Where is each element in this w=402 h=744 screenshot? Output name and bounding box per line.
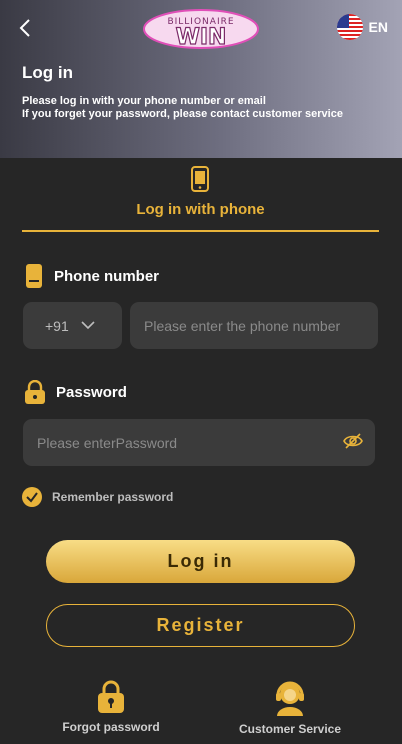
lock-key-icon xyxy=(98,680,124,713)
password-field xyxy=(23,419,375,466)
remember-password-label: Remember password xyxy=(52,490,174,504)
logo-title: WIN xyxy=(176,25,227,50)
logo: BILLIONAIRE WIN xyxy=(142,8,260,51)
language-selector[interactable]: EN xyxy=(336,14,388,40)
forgot-password-label: Forgot password xyxy=(62,720,160,734)
mobile-icon xyxy=(26,264,42,288)
language-label: EN xyxy=(368,19,388,35)
remember-password-checkbox[interactable]: Remember password xyxy=(22,487,173,507)
phone-label: Phone number xyxy=(24,264,159,288)
lock-icon xyxy=(25,380,45,404)
tab-login-phone[interactable]: Log in with phone xyxy=(22,160,379,233)
country-code-value: +91 xyxy=(45,317,69,334)
forgot-password-link[interactable]: Forgot password xyxy=(56,680,166,734)
us-flag-icon xyxy=(336,14,363,40)
headset-agent-icon xyxy=(276,681,304,716)
chevron-left-icon xyxy=(19,19,30,37)
login-button[interactable]: Log in xyxy=(46,540,355,583)
phone-label-text: Phone number xyxy=(54,267,160,285)
tab-label: Log in with phone xyxy=(136,201,265,218)
customer-service-label: Customer Service xyxy=(238,722,342,736)
check-circle-icon xyxy=(22,487,42,507)
phone-icon xyxy=(189,166,211,197)
page-description: Please log in with your phone number or … xyxy=(22,95,343,120)
customer-service-link[interactable]: Customer Service xyxy=(232,680,348,736)
country-code-select[interactable]: +91 xyxy=(23,302,122,349)
phone-input[interactable] xyxy=(130,302,378,349)
tab-underline xyxy=(22,230,379,232)
register-button[interactable]: Register xyxy=(46,604,355,647)
password-label: Password xyxy=(24,380,127,404)
header: BILLIONAIRE WIN EN Log in Please log in … xyxy=(0,0,402,158)
back-button[interactable] xyxy=(14,16,36,40)
eye-off-icon[interactable] xyxy=(343,432,363,455)
page-title: Log in xyxy=(22,63,73,82)
chevron-down-icon xyxy=(81,321,95,330)
password-input[interactable] xyxy=(23,419,333,466)
password-label-text: Password xyxy=(56,383,127,401)
